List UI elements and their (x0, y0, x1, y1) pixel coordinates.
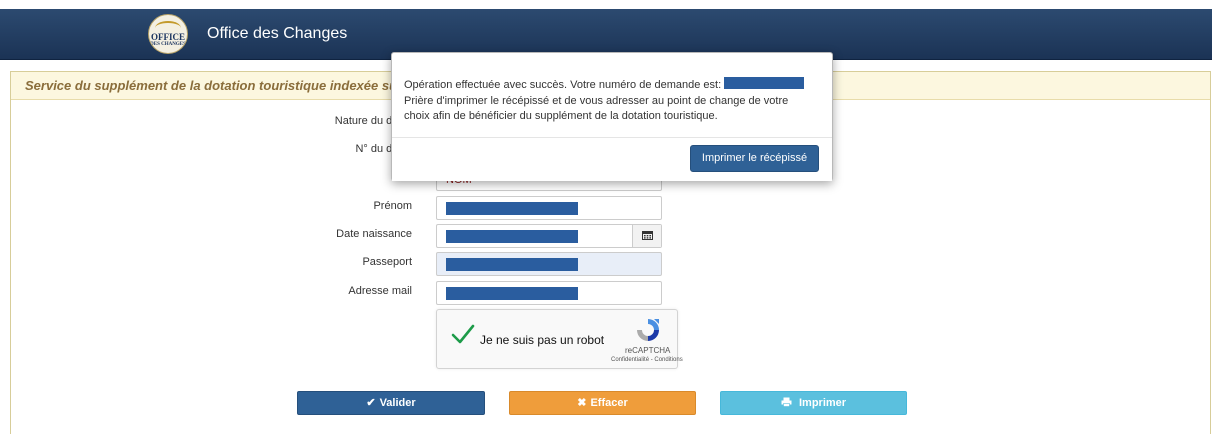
imprimer-label: Imprimer (798, 397, 847, 409)
modal-line-2: Prière d'imprimer le récépissé et de vou… (404, 94, 789, 107)
app-title[interactable]: Office des Changes (207, 25, 347, 43)
label-nature-document: Nature du docu (334, 115, 410, 127)
checkmark-icon[interactable] (451, 322, 475, 346)
modal-message: Opération effectuée avec succès. Votre n… (404, 77, 824, 125)
modal-footer: Imprimer le récépissé (392, 137, 832, 181)
office-des-changes-logo[interactable]: OFFICE DES CHANGES (148, 14, 188, 54)
redacted-value (446, 287, 578, 300)
recaptcha-brand: reCAPTCHA (625, 346, 671, 355)
redacted-request-number (724, 77, 805, 89)
label-prenom: Prénom (373, 200, 412, 212)
adresse-mail-field[interactable] (436, 281, 662, 305)
passeport-field[interactable] (436, 252, 662, 276)
recaptcha-widget[interactable]: Je ne suis pas un robot reCAPTCHA Confid… (436, 309, 683, 369)
success-modal: Opération effectuée avec succès. Votre n… (391, 52, 833, 181)
label-date-naissance: Date naissance (336, 228, 412, 240)
recaptcha-terms-link[interactable]: Confidentialité - Conditions (611, 357, 683, 363)
label-passeport: Passeport (362, 256, 412, 268)
logo-text-bottom: DES CHANGES (150, 42, 186, 47)
modal-line-3: choix afin de bénéficier du supplément d… (404, 110, 718, 122)
imprimer-button[interactable]: Imprimer (720, 391, 907, 415)
prenom-field[interactable] (436, 196, 662, 220)
redacted-value (446, 202, 578, 215)
valider-label: Valider (379, 397, 416, 409)
valider-button[interactable]: ✔ Valider (297, 391, 485, 415)
logo-text-top: OFFICE (150, 32, 185, 42)
close-icon: ✖ (577, 397, 587, 409)
modal-line-1: Opération effectuée avec succès. Votre n… (404, 79, 722, 91)
imprimer-recepisse-button[interactable]: Imprimer le récépissé (690, 145, 819, 172)
check-icon: ✔ (366, 397, 376, 409)
effacer-label: Effacer (590, 397, 628, 409)
panel-title: Service du supplément de la dotation tou… (25, 78, 410, 93)
redacted-value (446, 230, 578, 243)
calendar-icon[interactable] (632, 225, 661, 247)
date-naissance-field[interactable] (436, 224, 662, 248)
redacted-value (446, 258, 578, 271)
recaptcha-label: Je ne suis pas un robot (480, 333, 605, 347)
effacer-button[interactable]: ✖ Effacer (509, 391, 696, 415)
label-numero-document: N° du docu (355, 143, 410, 155)
print-icon (781, 397, 795, 409)
label-adresse-mail: Adresse mail (348, 285, 412, 297)
recaptcha-logo-icon (637, 319, 659, 341)
